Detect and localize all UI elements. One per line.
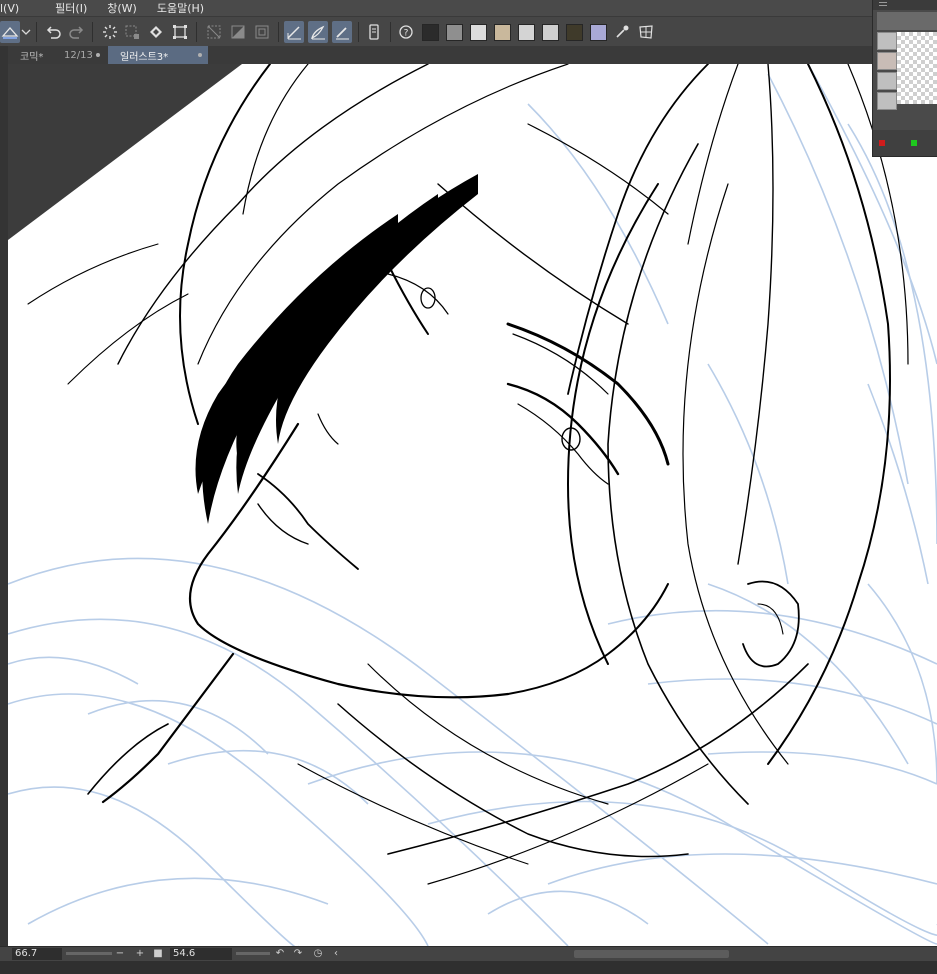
pen-tool-icon[interactable] <box>284 21 304 43</box>
scroll-left-icon[interactable]: ‹ <box>330 947 342 961</box>
color-swatch-6[interactable] <box>542 24 559 41</box>
green-indicator-icon[interactable] <box>911 140 917 146</box>
tab-comic-label: 코믹* <box>20 51 44 63</box>
menu-filter[interactable]: 필터(I) <box>35 0 103 16</box>
color-swatch-1[interactable] <box>422 24 439 41</box>
menu-view[interactable]: l(V) <box>0 2 35 15</box>
tab-comic-page: 12/13 <box>64 49 93 61</box>
square-icon[interactable]: ■ <box>152 947 164 961</box>
panel-footer <box>873 130 937 156</box>
rotate-left-icon[interactable]: ↶ <box>274 947 286 961</box>
eyedropper-icon[interactable] <box>612 21 632 43</box>
horizontal-scrollbar[interactable] <box>574 950 729 958</box>
pencil-tool-icon[interactable] <box>332 21 352 43</box>
status-bottom-strip <box>0 961 937 974</box>
toolbar-divider <box>196 22 197 42</box>
smartphone-icon[interactable] <box>364 21 384 43</box>
panel-menu-icon[interactable] <box>879 2 887 3</box>
layer-thumbnail[interactable] <box>897 32 937 104</box>
menu-window[interactable]: 창(W) <box>103 0 153 16</box>
chevron-down-icon[interactable] <box>20 21 32 43</box>
zoom-in-button[interactable]: + <box>134 947 146 961</box>
help-icon[interactable]: ? <box>396 21 416 43</box>
tab-comic[interactable]: 코믹* 12/13 <box>8 46 106 64</box>
fill-bucket-icon[interactable] <box>146 21 166 43</box>
transform-icon[interactable] <box>170 21 190 43</box>
color-swatch-8[interactable] <box>590 24 607 41</box>
layer-tool-icon[interactable] <box>0 21 20 43</box>
color-swatch-2[interactable] <box>446 24 463 41</box>
rotation-field[interactable]: 54.6 <box>170 948 232 960</box>
zoom-slider[interactable] <box>66 952 112 955</box>
navigator-row: 66.7 − + ■ 54.6 ↶ ↷ ◷ ‹ <box>0 947 937 961</box>
color-swatch-3[interactable] <box>470 24 487 41</box>
clear-selection-icon[interactable] <box>204 21 224 43</box>
left-ruler <box>0 46 8 952</box>
color-swatch-4[interactable] <box>494 24 511 41</box>
toolbar-divider <box>92 22 93 42</box>
document-tab-bar: 코믹* 12/13 일러스트3* <box>0 46 937 65</box>
zoom-out-button[interactable]: − <box>114 947 126 961</box>
brush-tool-icon[interactable] <box>308 21 328 43</box>
loading-spinner-icon[interactable] <box>100 21 120 43</box>
redo-icon[interactable] <box>66 21 86 43</box>
menu-help[interactable]: 도움말(H) <box>153 0 220 16</box>
zoom-field[interactable]: 66.7 <box>12 948 62 960</box>
tab-close-icon[interactable] <box>198 53 202 57</box>
color-swatch-5[interactable] <box>518 24 535 41</box>
layer-header-bar[interactable] <box>877 12 937 30</box>
status-bar: 66.7 − + ■ 54.6 ↶ ↷ ◷ ‹ <box>0 946 937 974</box>
tab-close-icon[interactable] <box>96 53 100 57</box>
invert-selection-icon[interactable] <box>228 21 248 43</box>
svg-text:?: ? <box>404 29 409 39</box>
layer-cell[interactable] <box>877 32 897 50</box>
reset-rotation-icon[interactable]: ◷ <box>312 947 324 961</box>
toolbar-divider <box>358 22 359 42</box>
command-toolbar: ? <box>0 16 937 48</box>
layer-panel <box>872 0 937 157</box>
canvas-artwork <box>8 64 937 946</box>
selection-tool-icon[interactable] <box>122 21 142 43</box>
rotate-right-icon[interactable]: ↷ <box>292 947 304 961</box>
mesh-transform-icon[interactable] <box>636 21 656 43</box>
tab-illust3-label: 일러스트3* <box>120 51 169 63</box>
canvas-viewport[interactable] <box>8 64 937 946</box>
toolbar-divider <box>390 22 391 42</box>
panel-grip[interactable] <box>873 0 937 10</box>
layer-cell[interactable] <box>877 92 897 110</box>
rotation-slider[interactable] <box>236 952 270 955</box>
layer-color-cells <box>877 32 897 110</box>
tab-illust3[interactable]: 일러스트3* <box>108 46 208 64</box>
undo-icon[interactable] <box>44 21 64 43</box>
toolbar-divider <box>36 22 37 42</box>
layer-cell[interactable] <box>877 52 897 70</box>
menu-bar: l(V) 필터(I) 창(W) 도움말(H) <box>0 0 937 16</box>
red-indicator-icon[interactable] <box>879 140 885 146</box>
toolbar-divider <box>278 22 279 42</box>
frame-icon[interactable] <box>252 21 272 43</box>
layer-cell[interactable] <box>877 72 897 90</box>
color-swatch-7[interactable] <box>566 24 583 41</box>
